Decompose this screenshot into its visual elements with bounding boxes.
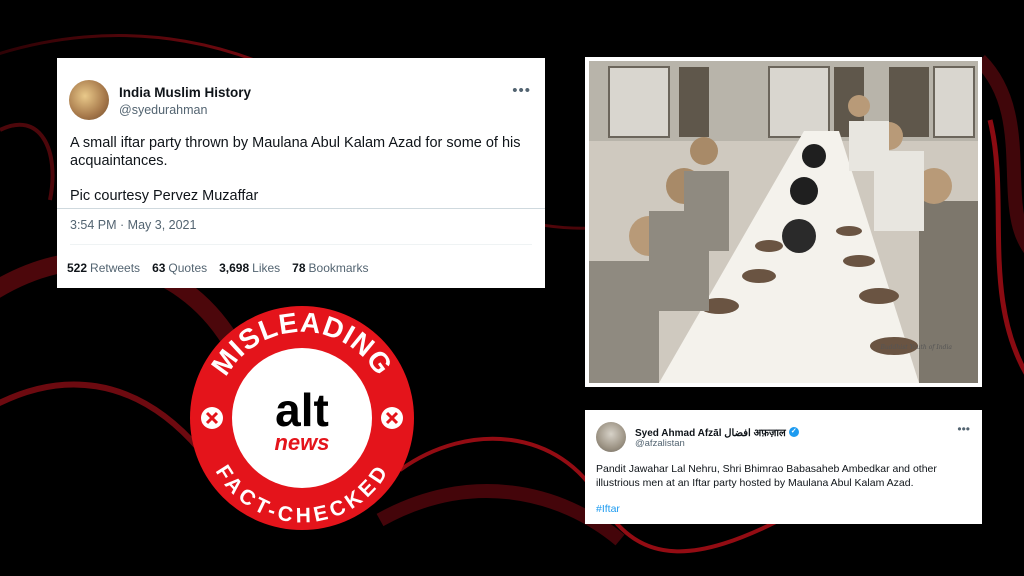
display-name[interactable]: Syed Ahmad Afzāl افضال अफ़ज़ाल ✓: [635, 425, 799, 439]
avatar[interactable]: [69, 80, 109, 120]
avatar[interactable]: [596, 422, 626, 452]
more-options-icon[interactable]: •••: [512, 82, 531, 99]
tweet-stats: 522 Retweets 63 Quotes 3,698 Likes 78 Bookma…: [67, 261, 369, 275]
display-name-text: Syed Ahmad Afzāl افضال अफ़ज़ाल: [635, 428, 786, 439]
quotes-stat[interactable]: 63 Quotes: [152, 261, 207, 275]
user-handle[interactable]: @afzalistan: [635, 438, 685, 449]
tweet-card-india-muslim-history[interactable]: India Muslim History @syedurahman ••• A …: [57, 58, 545, 288]
divider: [70, 244, 532, 245]
photo-credit: Buddhist Youth of India: [880, 344, 952, 351]
photo-illustration: [589, 61, 978, 383]
tweet-card-syed-ahmad-afzal[interactable]: Syed Ahmad Afzāl افضال अफ़ज़ाल ✓ @afzali…: [585, 410, 982, 524]
tweet-text-line: A small iftar party thrown by Maulana Ab…: [70, 135, 521, 169]
retweets-stat[interactable]: 522 Retweets: [67, 261, 140, 275]
logo-alt-text: alt: [275, 384, 329, 436]
display-name[interactable]: India Muslim History: [119, 85, 251, 100]
user-handle[interactable]: @syedurahman: [119, 103, 207, 117]
iftar-party-photo: Buddhist Youth of India: [585, 57, 982, 387]
hashtag-link[interactable]: #Iftar: [596, 503, 620, 515]
more-options-icon[interactable]: •••: [957, 422, 970, 436]
bookmarks-stat[interactable]: 78 Bookmarks: [292, 261, 368, 275]
x-mark-icon: [381, 407, 403, 429]
tweet-text: Pandit Jawahar Lal Nehru, Shri Bhimrao B…: [596, 463, 937, 489]
tweet-text-line: Pic courtesy Pervez Muzaffar: [70, 188, 259, 204]
misleading-fact-check-badge: MISLEADING FACT-CHECKED alt news: [190, 306, 414, 530]
likes-stat[interactable]: 3,698 Likes: [219, 261, 280, 275]
x-mark-icon: [201, 407, 223, 429]
verified-badge-icon: ✓: [788, 427, 799, 437]
divider: [57, 208, 545, 209]
tweet-timestamp[interactable]: 3:54 PM · May 3, 2021: [70, 218, 196, 232]
logo-news-text: news: [274, 430, 329, 455]
